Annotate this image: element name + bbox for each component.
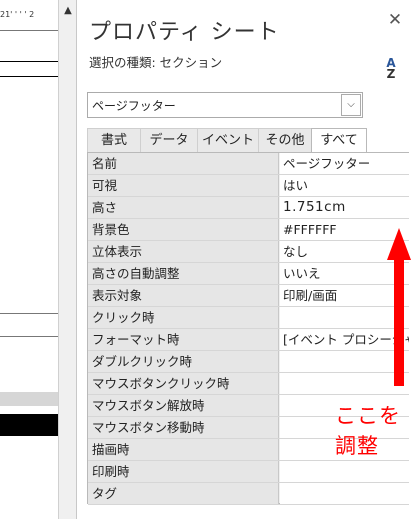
property-row[interactable]: 表示対象 印刷/画面 <box>88 285 409 307</box>
property-name: 表示対象 <box>88 285 279 306</box>
horizontal-ruler: 21' ' ' ' 2 <box>0 8 58 26</box>
property-row[interactable]: 可視 はい <box>88 175 409 197</box>
design-divider <box>0 30 58 31</box>
close-icon[interactable]: ✕ <box>385 10 405 30</box>
property-name: 印刷時 <box>88 461 279 482</box>
chevron-down-icon[interactable]: ⌵ <box>341 94 361 116</box>
height-value[interactable]: 1.751cm <box>280 197 409 218</box>
property-row[interactable]: 背景色 #FFFFFF <box>88 219 409 241</box>
property-value[interactable]: はい <box>280 175 409 196</box>
property-name: 高さ <box>88 197 279 218</box>
property-row[interactable]: タグ <box>88 483 409 505</box>
design-divider <box>0 76 58 77</box>
property-name: 描画時 <box>88 439 279 460</box>
design-divider <box>0 313 58 314</box>
tab-data[interactable]: データ <box>140 128 198 153</box>
property-value[interactable] <box>280 461 409 482</box>
vertical-scrollbar[interactable]: ▲ <box>58 0 76 519</box>
property-sheet-pane: プロパティ シート ✕ 選択の種類: セクション AZ ページフッター ⌵ 書式… <box>77 0 417 519</box>
property-name: タグ <box>88 483 279 504</box>
property-name: マウスボタンクリック時 <box>88 373 279 394</box>
tab-format[interactable]: 書式 <box>87 128 141 153</box>
scroll-up-arrow-icon[interactable]: ▲ <box>59 2 76 20</box>
property-name: マウスボタン移動時 <box>88 417 279 438</box>
annotation-up-arrow-icon <box>387 228 411 386</box>
property-row[interactable]: 高さ 1.751cm <box>88 197 409 219</box>
property-row[interactable]: ダブルクリック時 <box>88 351 409 373</box>
property-row[interactable]: 名前 ページフッター <box>88 153 409 175</box>
object-selector-value: ページフッター <box>92 99 176 113</box>
property-name: フォーマット時 <box>88 329 279 350</box>
ruler-text: 21' ' ' ' 2 <box>0 10 35 19</box>
object-selector-combo[interactable]: ページフッター ⌵ <box>87 92 363 118</box>
property-name: 名前 <box>88 153 279 174</box>
property-name: 可視 <box>88 175 279 196</box>
property-name: クリック時 <box>88 307 279 328</box>
report-design-view[interactable]: 21' ' ' ' 2 ▲ <box>0 0 77 519</box>
tab-other[interactable]: その他 <box>258 128 312 153</box>
sort-az-icon[interactable]: AZ <box>381 57 401 82</box>
design-divider <box>0 336 58 337</box>
property-name: 立体表示 <box>88 241 279 262</box>
property-row[interactable]: 立体表示 なし <box>88 241 409 263</box>
selection-type-label: 選択の種類: セクション <box>89 55 223 70</box>
tab-all[interactable]: すべて <box>311 128 367 154</box>
tab-event[interactable]: イベント <box>197 128 259 153</box>
property-tabs: 書式 データ イベント その他 すべて <box>87 128 367 154</box>
property-name: ダブルクリック時 <box>88 351 279 372</box>
section-bar[interactable] <box>0 414 58 436</box>
property-value[interactable]: ページフッター <box>280 153 409 174</box>
section-band[interactable] <box>0 392 58 406</box>
property-row[interactable]: 高さの自動調整 いいえ <box>88 263 409 285</box>
property-name: 背景色 <box>88 219 279 240</box>
design-divider <box>0 61 58 62</box>
property-row[interactable]: マウスボタンクリック時 <box>88 373 409 395</box>
property-row[interactable]: フォーマット時 [イベント プロシージャ <box>88 329 409 351</box>
pane-title: プロパティ シート <box>89 20 280 45</box>
property-name: 高さの自動調整 <box>88 263 279 284</box>
property-row[interactable]: クリック時 <box>88 307 409 329</box>
property-row[interactable]: 印刷時 <box>88 461 409 483</box>
property-name: マウスボタン解放時 <box>88 395 279 416</box>
annotation-text: ここを調整 <box>335 404 401 458</box>
property-value[interactable] <box>280 483 409 504</box>
